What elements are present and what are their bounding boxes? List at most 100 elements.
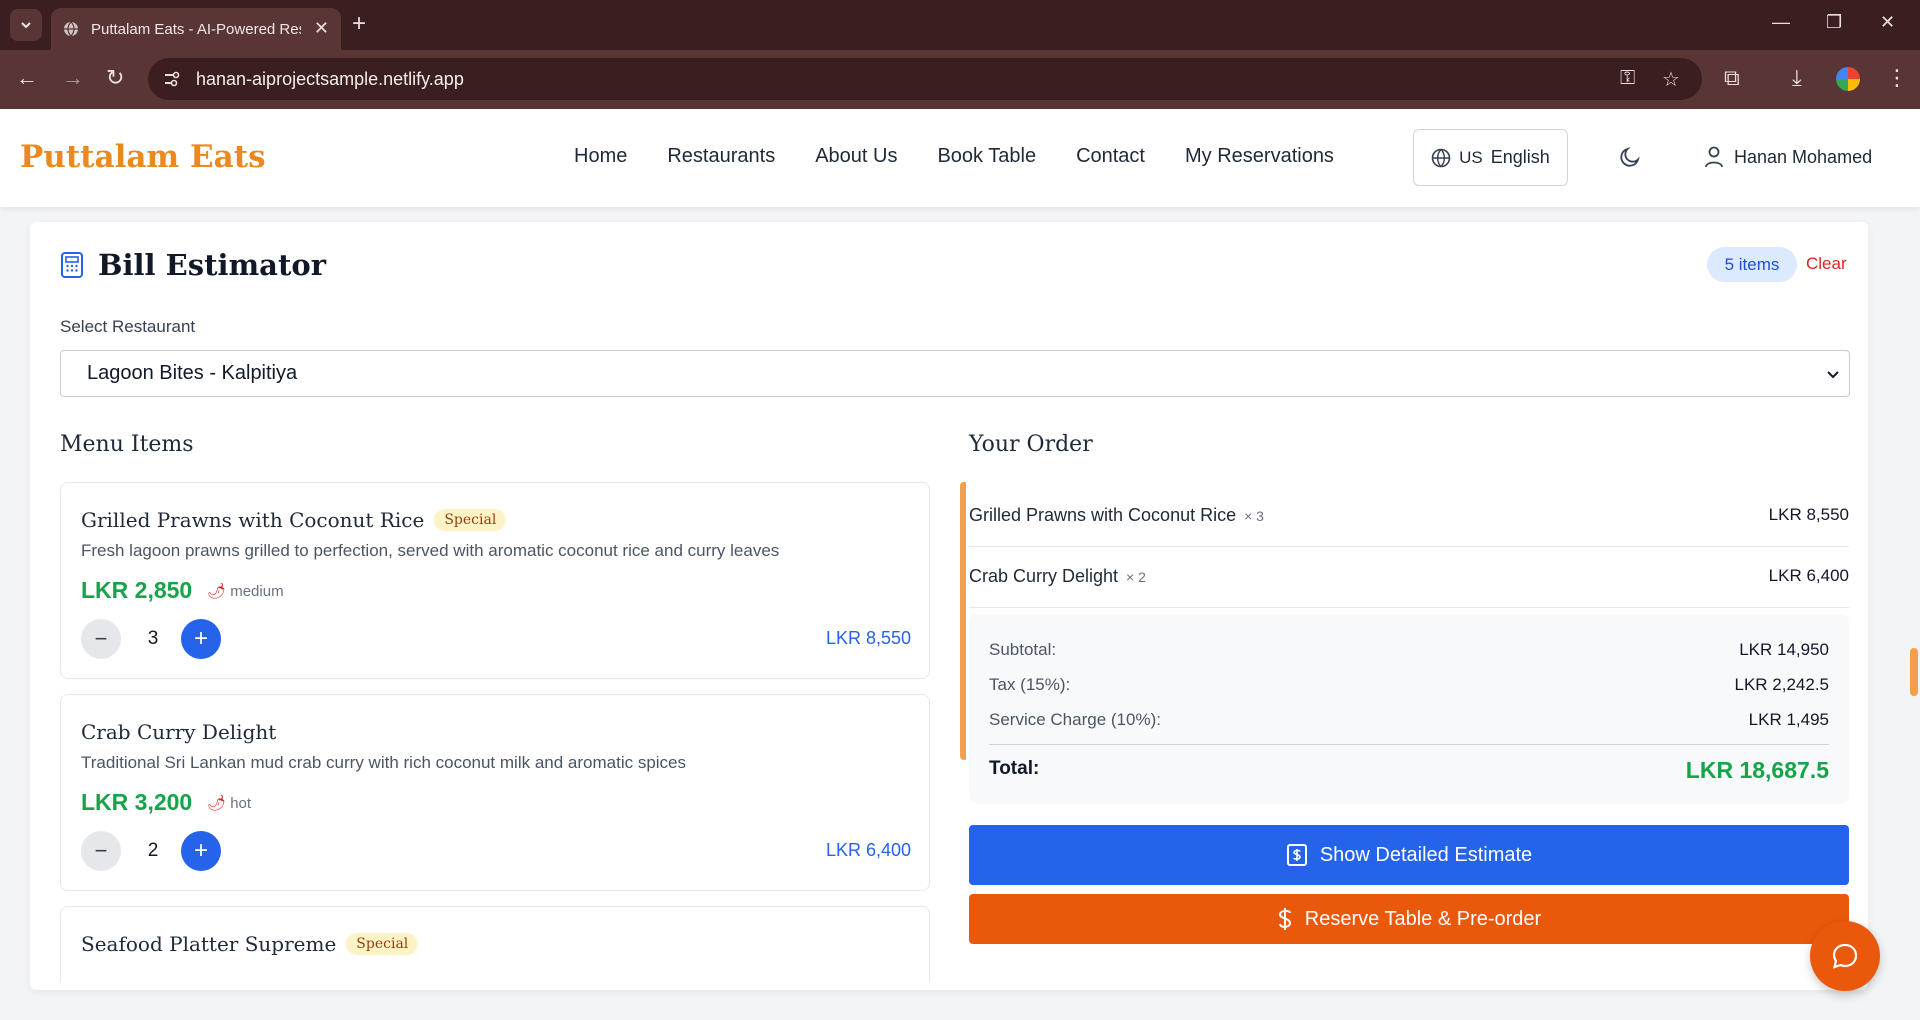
menu-item: Grilled Prawns with Coconut Rice Special … — [60, 482, 930, 679]
calculator-icon — [61, 252, 83, 278]
order-item-title: Crab Curry Delight — [969, 566, 1119, 586]
menu-item-name: Crab Curry Delight — [81, 720, 276, 744]
browser-tabbar: Puttalam Eats - AI-Powered Res ✕ + — ❐ ✕ — [0, 0, 1920, 50]
order-item-price: LKR 6,400 — [1768, 566, 1849, 585]
clear-button[interactable]: Clear — [1806, 254, 1847, 274]
order-item-name: Grilled Prawns with Coconut Rice × 3 — [969, 505, 1264, 526]
user-name: Hanan Mohamed — [1734, 146, 1873, 167]
window-close-icon[interactable]: ✕ — [1880, 12, 1895, 33]
menu-item: Crab Curry Delight Traditional Sri Lanka… — [60, 694, 930, 891]
quantity-value: 3 — [147, 628, 159, 649]
show-detailed-estimate-label: Show Detailed Estimate — [1319, 843, 1533, 866]
special-badge: Special — [346, 933, 419, 955]
theme-toggle[interactable] — [1618, 145, 1642, 176]
address-bar[interactable]: hanan-aiprojectsample.netlify.app ⚿ ☆ — [148, 58, 1702, 100]
extensions-icon[interactable]: ⧉ — [1724, 65, 1740, 91]
menu-dots-icon[interactable]: ⋮ — [1886, 65, 1908, 91]
subtotal-label: Subtotal: — [989, 640, 1057, 659]
user-icon — [1705, 146, 1723, 168]
spice-level: 🌶 medium — [207, 582, 284, 600]
nav-my-reservations[interactable]: My Reservations — [1185, 145, 1334, 168]
tab-title: Puttalam Eats - AI-Powered Res — [91, 20, 301, 38]
site-info-icon[interactable] — [162, 70, 180, 88]
minimize-icon[interactable]: — — [1772, 12, 1790, 33]
language-label: English — [1490, 147, 1550, 167]
items-count-badge: 5 items — [1707, 247, 1797, 282]
order-item-qty: × 3 — [1244, 508, 1264, 524]
user-menu[interactable]: Hanan Mohamed — [1704, 146, 1872, 168]
tax-label: Tax (15%): — [989, 675, 1071, 694]
browser-tab[interactable]: Puttalam Eats - AI-Powered Res ✕ — [51, 8, 341, 50]
menu-scrollbar[interactable] — [960, 482, 966, 760]
nav-book-table[interactable]: Book Table — [937, 145, 1036, 168]
chili-icon: 🌶 — [207, 795, 227, 812]
tab-search-button[interactable] — [10, 9, 42, 41]
spice-label: hot — [230, 795, 252, 812]
nav-home[interactable]: Home — [574, 145, 627, 168]
card-title: Bill Estimator — [60, 248, 326, 282]
spice-label: medium — [230, 583, 284, 600]
language-code: US — [1459, 147, 1483, 167]
tax-row: Tax (15%): LKR 2,242.5 — [989, 675, 1829, 695]
password-key-icon[interactable]: ⚿ — [1620, 67, 1635, 90]
site-header: Puttalam Eats Home Restaurants About Us … — [0, 109, 1920, 207]
reserve-table-button[interactable]: Reserve Table & Pre-order — [969, 894, 1849, 944]
restore-icon[interactable]: ❐ — [1826, 12, 1842, 33]
decrease-qty-button[interactable]: − — [81, 619, 121, 659]
bookmark-star-icon[interactable]: ☆ — [1662, 67, 1680, 92]
increase-qty-button[interactable]: + — [181, 619, 221, 659]
increase-qty-button[interactable]: + — [181, 831, 221, 871]
order-row: Grilled Prawns with Coconut Rice × 3 LKR … — [969, 487, 1849, 547]
order-item-title: Grilled Prawns with Coconut Rice — [969, 505, 1237, 525]
menu-item-description: Traditional Sri Lankan mud crab curry wi… — [81, 753, 687, 772]
spice-level: 🌶 hot — [207, 794, 251, 812]
quantity-value: 2 — [147, 840, 159, 861]
subtotal-row: Subtotal: LKR 14,950 — [989, 640, 1829, 660]
service-charge-row: Service Charge (10%): LKR 1,495 — [989, 710, 1829, 730]
total-label: Total: — [989, 758, 1040, 779]
page-title: Bill Estimator — [98, 248, 326, 282]
order-item-price: LKR 8,550 — [1768, 505, 1849, 524]
nav-about-us[interactable]: About Us — [815, 145, 897, 168]
select-restaurant-label: Select Restaurant — [60, 317, 196, 336]
menu-item-price: LKR 3,200 — [81, 789, 193, 815]
special-badge: Special — [434, 509, 507, 531]
site-logo[interactable]: Puttalam Eats — [20, 139, 266, 175]
profile-avatar[interactable] — [1836, 67, 1860, 91]
nav-contact[interactable]: Contact — [1076, 145, 1145, 168]
globe-icon — [64, 21, 78, 37]
chili-icon: 🌶 — [207, 583, 227, 600]
menu-item-price: LKR 2,850 — [81, 577, 193, 603]
language-selector[interactable]: US English — [1413, 129, 1568, 186]
receipt-icon — [1286, 844, 1307, 866]
browser-toolbar: ← → ↻ hanan-aiprojectsample.netlify.app … — [0, 50, 1920, 109]
moon-icon — [1620, 147, 1640, 167]
chat-button[interactable] — [1810, 921, 1880, 991]
menu-item-description: Fresh lagoon prawns grilled to perfectio… — [81, 541, 780, 560]
new-tab-icon[interactable]: + — [352, 12, 366, 36]
service-charge-label: Service Charge (10%): — [989, 710, 1161, 729]
chevron-down-icon — [1827, 371, 1839, 379]
reload-icon[interactable]: ↻ — [106, 67, 124, 89]
show-detailed-estimate-button[interactable]: Show Detailed Estimate — [969, 825, 1849, 885]
download-icon[interactable]: ⤓ — [1792, 65, 1802, 91]
forward-icon[interactable]: → — [62, 67, 84, 89]
reserve-table-label: Reserve Table & Pre-order — [1304, 907, 1542, 930]
decrease-qty-button[interactable]: − — [81, 831, 121, 871]
line-total: LKR 6,400 — [825, 840, 911, 860]
order-item-qty: × 2 — [1126, 569, 1146, 585]
order-row: Crab Curry Delight × 2 LKR 6,400 — [969, 548, 1849, 608]
back-icon[interactable]: ← — [16, 67, 38, 89]
nav-restaurants[interactable]: Restaurants — [667, 145, 775, 168]
tab-close-icon[interactable]: ✕ — [314, 19, 329, 37]
menu-item-name: Seafood Platter Supreme Special — [81, 932, 419, 956]
menu-item-title: Crab Curry Delight — [81, 720, 277, 744]
line-total: LKR 8,550 — [825, 628, 911, 648]
menu-item-name: Grilled Prawns with Coconut Rice Special — [81, 508, 507, 532]
main-nav: Home Restaurants About Us Book Table Con… — [574, 145, 1334, 168]
menu-list[interactable]: Grilled Prawns with Coconut Rice Special … — [60, 482, 966, 982]
dollar-icon — [1278, 908, 1291, 930]
menu-item-title: Seafood Platter Supreme — [81, 932, 337, 956]
restaurant-select[interactable]: Lagoon Bites - Kalpitiya — [60, 350, 1850, 397]
page-scrollbar[interactable] — [1910, 648, 1918, 696]
